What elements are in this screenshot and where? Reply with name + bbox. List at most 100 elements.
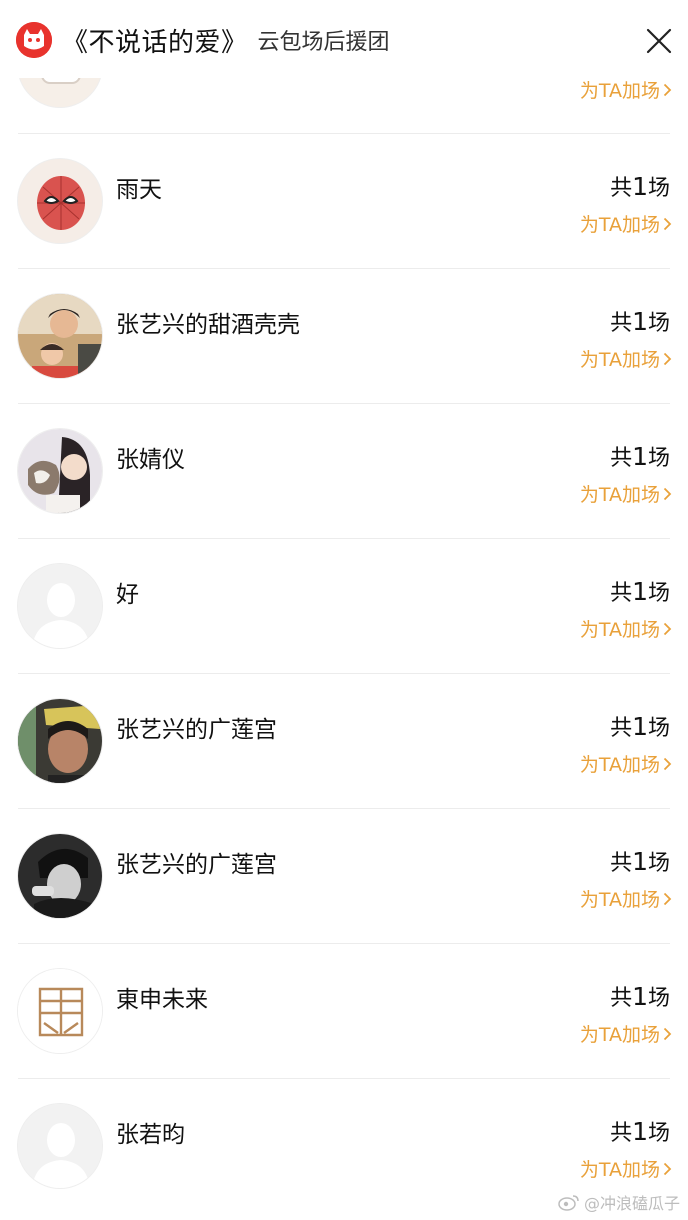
default-user-icon	[18, 1104, 102, 1188]
list-item[interactable]: 张婧仪 共1场 为TA加场	[0, 404, 688, 539]
chevron-right-icon	[663, 1027, 672, 1040]
boost-label: 为TA加场	[579, 1159, 660, 1181]
boost-label: 为TA加场	[579, 484, 660, 506]
count-suffix: 场	[647, 716, 670, 741]
movie-title: 《不说话的爱》	[62, 27, 248, 58]
maoyan-cat-logo-icon	[16, 22, 52, 58]
chevron-right-icon	[663, 1162, 672, 1175]
count-number: 1	[632, 982, 648, 1011]
boost-link[interactable]: 为TA加场	[580, 210, 672, 237]
boost-label: 为TA加场	[579, 214, 660, 236]
count-number: 1	[632, 577, 648, 606]
count-prefix: 共	[610, 1121, 633, 1146]
boost-link[interactable]: 为TA加场	[580, 885, 672, 912]
show-count: 共1场	[610, 1115, 670, 1147]
show-count: 共1场	[610, 845, 670, 877]
list-item[interactable]: 東申未来 共1场 为TA加场	[0, 944, 688, 1079]
watermark: @冲浪磕瓜子	[558, 1190, 680, 1214]
avatar	[17, 833, 103, 919]
count-prefix: 共	[610, 581, 633, 606]
chevron-right-icon	[663, 352, 672, 365]
avatar	[17, 563, 103, 649]
avatar	[17, 428, 103, 514]
close-icon	[646, 28, 672, 54]
page-title: 《不说话的爱》 云包场后援团	[62, 22, 390, 58]
count-suffix: 场	[647, 176, 670, 201]
modal-header: 《不说话的爱》 云包场后援团	[0, 0, 688, 78]
show-count: 共1场	[610, 710, 670, 742]
count-number: 1	[632, 847, 648, 876]
chevron-right-icon	[663, 217, 672, 230]
photo-avatar-bw-icon	[18, 834, 102, 918]
avatar	[17, 1103, 103, 1189]
watermark-text: @冲浪磕瓜子	[583, 1194, 680, 1213]
chevron-right-icon	[663, 83, 672, 96]
count-suffix: 场	[647, 851, 670, 876]
close-button[interactable]	[644, 26, 674, 56]
boost-link[interactable]: 为TA加场	[580, 76, 672, 103]
chevron-right-icon	[663, 892, 672, 905]
boost-link[interactable]: 为TA加场	[580, 750, 672, 777]
count-prefix: 共	[610, 986, 633, 1011]
count-number: 1	[632, 1117, 648, 1146]
supporter-name: 张艺兴的甜酒壳壳	[116, 312, 300, 338]
boost-link[interactable]: 为TA加场	[580, 480, 672, 507]
supporter-name: 张若昀	[116, 1122, 185, 1148]
boost-link[interactable]: 为TA加场	[580, 615, 672, 642]
brand-logo-icon	[18, 969, 102, 1053]
supporter-name: 张艺兴的广莲宫	[116, 852, 277, 878]
count-suffix: 场	[647, 446, 670, 471]
count-number: 1	[632, 307, 648, 336]
boost-label: 为TA加场	[579, 80, 660, 102]
boost-link[interactable]: 为TA加场	[580, 1020, 672, 1047]
list-item[interactable]: 好 共1场 为TA加场	[0, 539, 688, 674]
count-prefix: 共	[610, 176, 633, 201]
boost-link[interactable]: 为TA加场	[580, 1155, 672, 1182]
boost-label: 为TA加场	[579, 1024, 660, 1046]
supporter-name: 张艺兴的广莲宫	[116, 717, 277, 743]
boost-label: 为TA加场	[579, 619, 660, 641]
supporter-name: 雨天	[116, 177, 162, 203]
photo-avatar-icon	[18, 429, 102, 513]
avatar	[17, 698, 103, 784]
default-user-icon	[18, 564, 102, 648]
boost-label: 为TA加场	[579, 889, 660, 911]
photo-avatar-icon	[18, 294, 102, 378]
count-prefix: 共	[610, 446, 633, 471]
avatar	[17, 158, 103, 244]
supporter-name: 张婧仪	[116, 447, 185, 473]
weibo-icon	[558, 1195, 579, 1211]
show-count: 共1场	[610, 440, 670, 472]
list-item[interactable]: 张艺兴的广莲宫 共1场 为TA加场	[0, 674, 688, 809]
count-number: 1	[632, 172, 648, 201]
count-suffix: 场	[647, 311, 670, 336]
show-count: 共1场	[610, 575, 670, 607]
spider-mask-icon	[18, 159, 102, 243]
list-item[interactable]: 张艺兴的广莲宫 共1场 为TA加场	[0, 809, 688, 944]
supporter-name: 東申未来	[116, 987, 208, 1013]
show-count: 共1场	[610, 170, 670, 202]
count-prefix: 共	[610, 311, 633, 336]
count-suffix: 场	[647, 581, 670, 606]
count-suffix: 场	[647, 1121, 670, 1146]
photo-avatar-icon	[18, 699, 102, 783]
list-item[interactable]: 张艺兴的甜酒壳壳 共1场 为TA加场	[0, 269, 688, 404]
supporter-name: 好	[116, 582, 139, 608]
avatar	[17, 293, 103, 379]
chevron-right-icon	[663, 487, 672, 500]
boost-label: 为TA加场	[579, 754, 660, 776]
count-prefix: 共	[610, 716, 633, 741]
supporter-list: 为TA加场 雨天 共1场 为TA加场 张艺兴的甜酒壳壳 共1场 为TA加场 张婧…	[0, 0, 688, 1220]
show-count: 共1场	[610, 980, 670, 1012]
chevron-right-icon	[663, 757, 672, 770]
chevron-right-icon	[663, 622, 672, 635]
count-number: 1	[632, 712, 648, 741]
list-item[interactable]: 雨天 共1场 为TA加场	[0, 134, 688, 269]
count-number: 1	[632, 442, 648, 471]
page-subtitle: 云包场后援团	[257, 30, 390, 55]
count-prefix: 共	[610, 851, 633, 876]
count-suffix: 场	[647, 986, 670, 1011]
boost-link[interactable]: 为TA加场	[580, 345, 672, 372]
avatar	[17, 968, 103, 1054]
boost-label: 为TA加场	[579, 349, 660, 371]
